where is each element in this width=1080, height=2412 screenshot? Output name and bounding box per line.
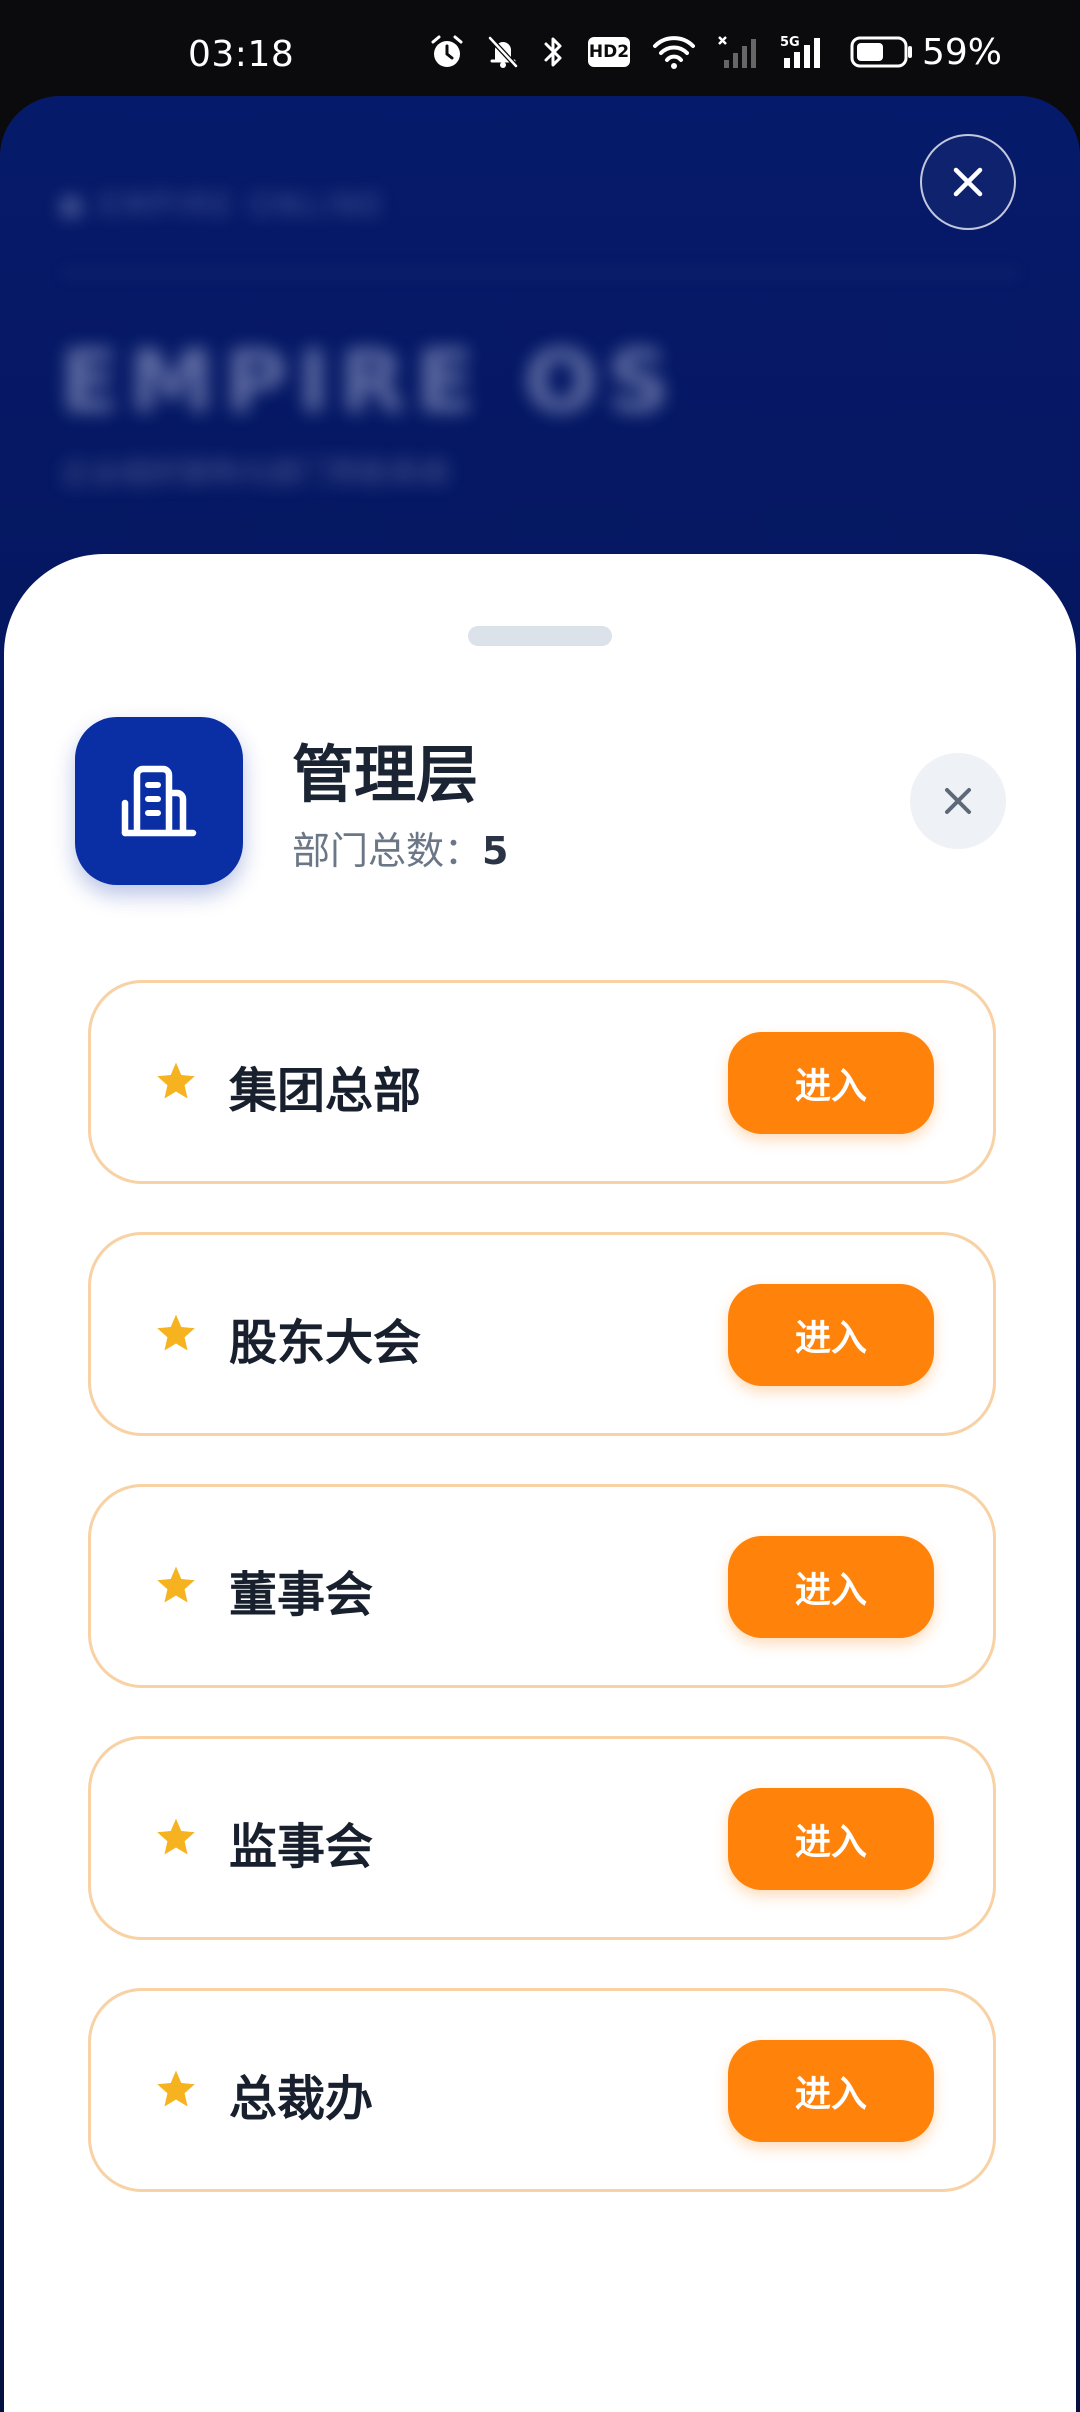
sheet-close-button[interactable] — [910, 753, 1006, 849]
battery-icon — [850, 36, 912, 68]
star-icon — [157, 1062, 195, 1099]
department-name: 股东大会 — [229, 1315, 422, 1371]
sheet-drag-handle[interactable] — [468, 626, 612, 646]
close-icon — [953, 167, 983, 197]
department-list: 集团总部 进入 股东大会 进入 董事会 进入 监事会 进入 总裁办 进入 — [88, 980, 996, 2240]
list-item[interactable]: 监事会 进入 — [88, 1736, 996, 1940]
brand-logo-icon — [60, 195, 82, 218]
5g-signal-icon: 5G — [780, 35, 820, 68]
status-time: 03:18 — [188, 34, 295, 75]
enter-button[interactable]: 进入 — [728, 1536, 934, 1638]
department-count-label: 部门总数： — [292, 829, 483, 873]
wifi-icon — [652, 36, 695, 69]
status-icons: HD2 5G 59% — [430, 30, 1002, 74]
list-item[interactable]: 董事会 进入 — [88, 1484, 996, 1688]
list-item[interactable]: 集团总部 进入 — [88, 980, 996, 1184]
bluetooth-icon — [544, 37, 562, 67]
sheet-title: 管理层 — [292, 738, 479, 811]
hd-voice-icon: HD2 — [587, 37, 630, 67]
battery-percent: 59% — [921, 31, 1002, 73]
list-item[interactable]: 总裁办 进入 — [88, 1988, 996, 2192]
enter-button[interactable]: 进入 — [728, 1284, 934, 1386]
svg-text:5G: 5G — [780, 35, 800, 50]
department-name: 监事会 — [229, 1819, 374, 1875]
building-icon — [121, 765, 197, 837]
department-name: 总裁办 — [229, 2071, 374, 2127]
status-bar: 03:18 HD2 5G 59% — [0, 0, 1080, 96]
background-subtitle: 企业组织架构与部门导航系统 — [60, 456, 450, 491]
background-divider — [60, 272, 1020, 274]
background-title: EMPIRE OS — [60, 332, 680, 432]
star-icon — [157, 1314, 195, 1351]
department-count-value: 5 — [482, 829, 509, 873]
enter-button[interactable]: 进入 — [728, 2040, 934, 2142]
department-name: 董事会 — [229, 1567, 374, 1623]
enter-button[interactable]: 进入 — [728, 1788, 934, 1890]
background-brand-text: EMPIRE ONLINE — [100, 188, 387, 223]
background-brand: EMPIRE ONLINE — [60, 188, 386, 223]
star-icon — [157, 1566, 195, 1603]
department-icon — [75, 717, 243, 885]
department-sheet: 管理层 部门总数：5 集团总部 进入 股东大会 进入 董事会 进入 监事会 进入 — [4, 554, 1076, 2412]
mute-icon — [488, 36, 518, 68]
department-name: 集团总部 — [229, 1063, 422, 1119]
star-icon — [157, 1818, 195, 1855]
enter-button[interactable]: 进入 — [728, 1032, 934, 1134]
battery: 59% — [850, 32, 1002, 73]
close-icon — [945, 788, 971, 814]
star-icon — [157, 2070, 195, 2107]
signal-icon — [718, 36, 756, 68]
list-item[interactable]: 股东大会 进入 — [88, 1232, 996, 1436]
department-count: 部门总数：5 — [292, 820, 508, 875]
alarm-icon — [431, 35, 463, 67]
background-close-button[interactable] — [920, 134, 1016, 230]
